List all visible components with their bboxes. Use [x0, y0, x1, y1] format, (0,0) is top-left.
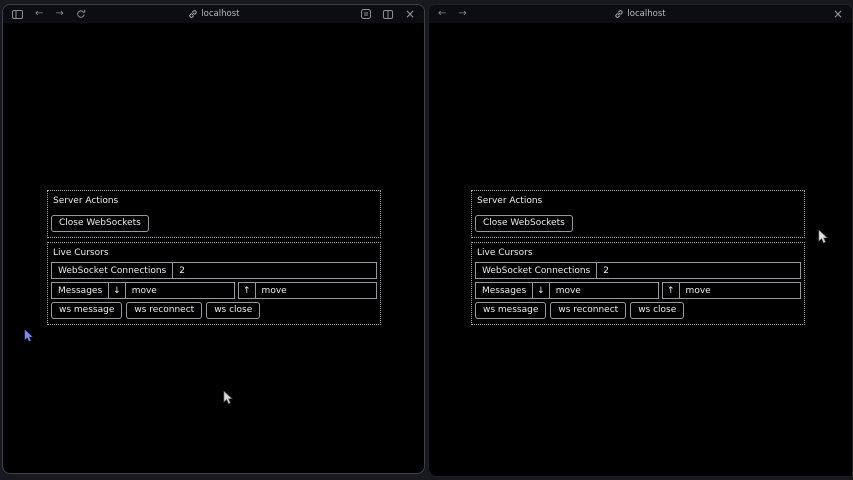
connections-value: 2	[173, 263, 376, 278]
ws-reconnect-button[interactable]: ws reconnect	[126, 302, 202, 319]
messages-label: Messages	[52, 283, 109, 298]
connections-label: WebSocket Connections	[476, 263, 597, 278]
ws-reconnect-button[interactable]: ws reconnect	[550, 302, 626, 319]
page-content: Server Actions Close WebSockets Live Cur…	[429, 23, 852, 476]
browser-window-right: ← → localhost × Server Actions Close Web…	[428, 4, 853, 477]
ws-close-button[interactable]: ws close	[630, 302, 684, 319]
page-title: localhost	[627, 10, 665, 19]
arrow-down-icon: ↓	[533, 283, 550, 298]
connections-status: WebSocket Connections 2	[51, 262, 377, 279]
sidebar-toggle-icon[interactable]	[12, 10, 23, 19]
arrow-down-icon: ↓	[109, 283, 126, 298]
ws-message-button[interactable]: ws message	[475, 302, 546, 319]
back-icon[interactable]: ←	[438, 9, 446, 19]
last-received-message: move	[126, 283, 234, 298]
outgoing-message-box: ↑ move	[238, 282, 377, 299]
split-view-icon[interactable]	[383, 10, 393, 19]
page-content: Server Actions Close WebSockets Live Cur…	[3, 23, 424, 473]
live-cursors-fieldset: Live Cursors WebSocket Connections 2 Mes…	[471, 242, 805, 325]
close-websockets-button[interactable]: Close WebSockets	[51, 215, 149, 232]
arrow-up-icon: ↑	[239, 283, 256, 298]
connections-value: 2	[597, 263, 800, 278]
server-actions-label: Server Actions	[475, 195, 801, 210]
last-received-message: move	[550, 283, 658, 298]
ws-buttons-row: ws message ws reconnect ws close	[51, 302, 377, 319]
incoming-message-box: Messages ↓ move	[51, 282, 235, 299]
connections-label: WebSocket Connections	[52, 263, 173, 278]
close-websockets-button[interactable]: Close WebSockets	[475, 215, 573, 232]
connections-status: WebSocket Connections 2	[475, 262, 801, 279]
ws-close-button[interactable]: ws close	[206, 302, 260, 319]
incoming-message-box: Messages ↓ move	[475, 282, 659, 299]
titlebar: ← → localhost ×	[429, 5, 852, 23]
page-title: localhost	[201, 10, 239, 19]
titlebar: ← → localhost ×	[3, 5, 424, 23]
last-sent-message: move	[680, 283, 800, 298]
server-actions-label: Server Actions	[51, 195, 377, 210]
server-actions-fieldset: Server Actions Close WebSockets	[471, 190, 805, 238]
reload-icon[interactable]	[76, 9, 86, 19]
titlebar-left-controls: ← →	[12, 9, 86, 19]
titlebar-right-controls: ×	[771, 8, 843, 20]
link-icon	[615, 10, 623, 18]
messages-status-row: Messages ↓ move ↑ move	[475, 282, 801, 299]
back-icon[interactable]: ←	[35, 9, 43, 19]
outgoing-message-box: ↑ move	[662, 282, 801, 299]
controls-panel: Server Actions Close WebSockets Live Cur…	[471, 190, 805, 329]
forward-icon[interactable]: →	[55, 9, 63, 19]
forward-icon[interactable]: →	[458, 9, 466, 19]
last-sent-message: move	[256, 283, 376, 298]
browser-window-left: ← → localhost × Server Actions	[2, 4, 425, 474]
address-display[interactable]: localhost	[615, 10, 665, 19]
reader-view-icon[interactable]	[361, 9, 371, 19]
live-cursors-label: Live Cursors	[475, 247, 801, 262]
titlebar-right-controls: ×	[343, 8, 415, 20]
messages-label: Messages	[476, 283, 533, 298]
messages-status-row: Messages ↓ move ↑ move	[51, 282, 377, 299]
ws-message-button[interactable]: ws message	[51, 302, 122, 319]
close-icon[interactable]: ×	[405, 8, 415, 20]
close-icon[interactable]: ×	[833, 8, 843, 20]
titlebar-left-controls: ← →	[438, 9, 510, 19]
link-icon	[189, 10, 197, 18]
controls-panel: Server Actions Close WebSockets Live Cur…	[47, 190, 381, 329]
live-cursors-fieldset: Live Cursors WebSocket Connections 2 Mes…	[47, 242, 381, 325]
arrow-up-icon: ↑	[663, 283, 680, 298]
server-actions-fieldset: Server Actions Close WebSockets	[47, 190, 381, 238]
live-cursors-label: Live Cursors	[51, 247, 377, 262]
address-display[interactable]: localhost	[189, 10, 239, 19]
ws-buttons-row: ws message ws reconnect ws close	[475, 302, 801, 319]
